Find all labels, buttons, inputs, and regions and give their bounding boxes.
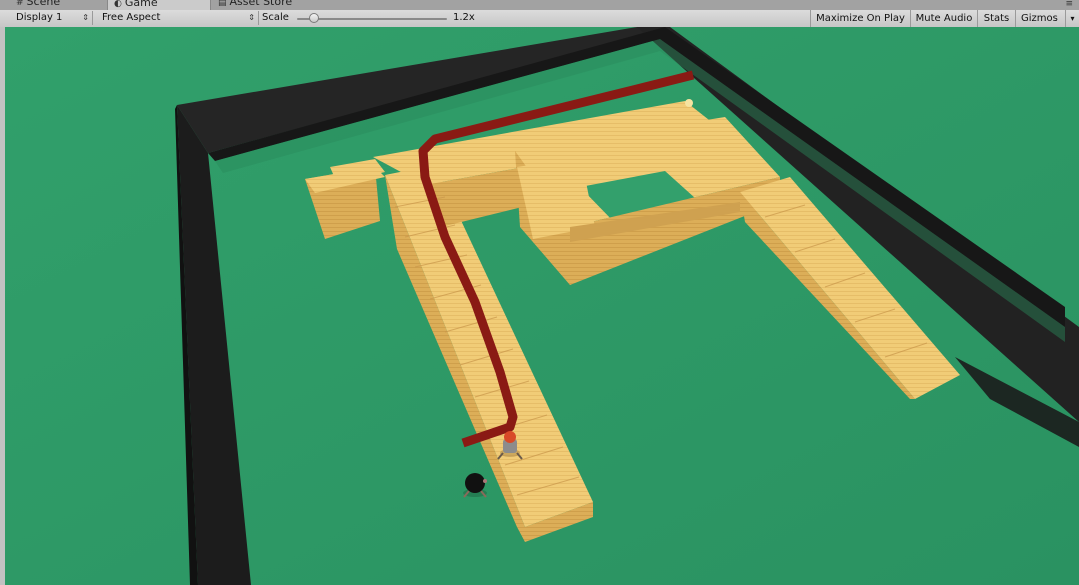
stats-button[interactable]: Stats: [977, 10, 1015, 27]
tab-game[interactable]: ◐ Game: [107, 0, 211, 10]
display-dropdown-label: Display 1: [16, 12, 63, 23]
gizmos-arrow-icon[interactable]: ▾: [1065, 10, 1079, 27]
tab-asset-store[interactable]: ▤ Asset Store: [212, 0, 298, 9]
gizmos-dropdown[interactable]: Gizmos: [1015, 10, 1065, 27]
grid-icon: #: [16, 0, 24, 8]
aspect-dropdown[interactable]: Free Aspect ⇕: [98, 11, 259, 25]
scale-label: Scale: [262, 12, 289, 23]
tab-asset-store-label: Asset Store: [229, 0, 293, 8]
store-icon: ▤: [218, 0, 227, 8]
tab-scene-label: Scene: [26, 0, 61, 8]
game-scene: [5, 27, 1079, 585]
maximize-on-play-button[interactable]: Maximize On Play: [810, 10, 910, 27]
mute-audio-button[interactable]: Mute Audio: [910, 10, 977, 27]
scale-slider[interactable]: [297, 18, 447, 20]
gizmos-label: Gizmos: [1021, 13, 1058, 24]
scale-value: 1.2x: [453, 12, 475, 23]
aspect-dropdown-label: Free Aspect: [102, 12, 161, 23]
game-toolbar: Display 1 ⇕ Free Aspect ⇕ Scale 1.2x Max…: [0, 10, 1079, 28]
editor-tab-bar: # Scene ◐ Game ▤ Asset Store ≡: [0, 0, 1079, 10]
display-dropdown[interactable]: Display 1 ⇕: [12, 11, 93, 25]
tab-game-label: Game: [124, 0, 158, 9]
pacman-icon: ◐: [114, 0, 122, 9]
tab-scene[interactable]: # Scene: [10, 0, 66, 9]
game-viewport[interactable]: [5, 27, 1079, 585]
scale-slider-thumb[interactable]: [309, 13, 319, 23]
goal-marker: [685, 99, 693, 107]
dropdown-arrows-icon: ⇕: [248, 13, 255, 22]
panel-menu-icon[interactable]: ≡: [1065, 0, 1073, 9]
dropdown-arrows-icon: ⇕: [82, 13, 89, 22]
